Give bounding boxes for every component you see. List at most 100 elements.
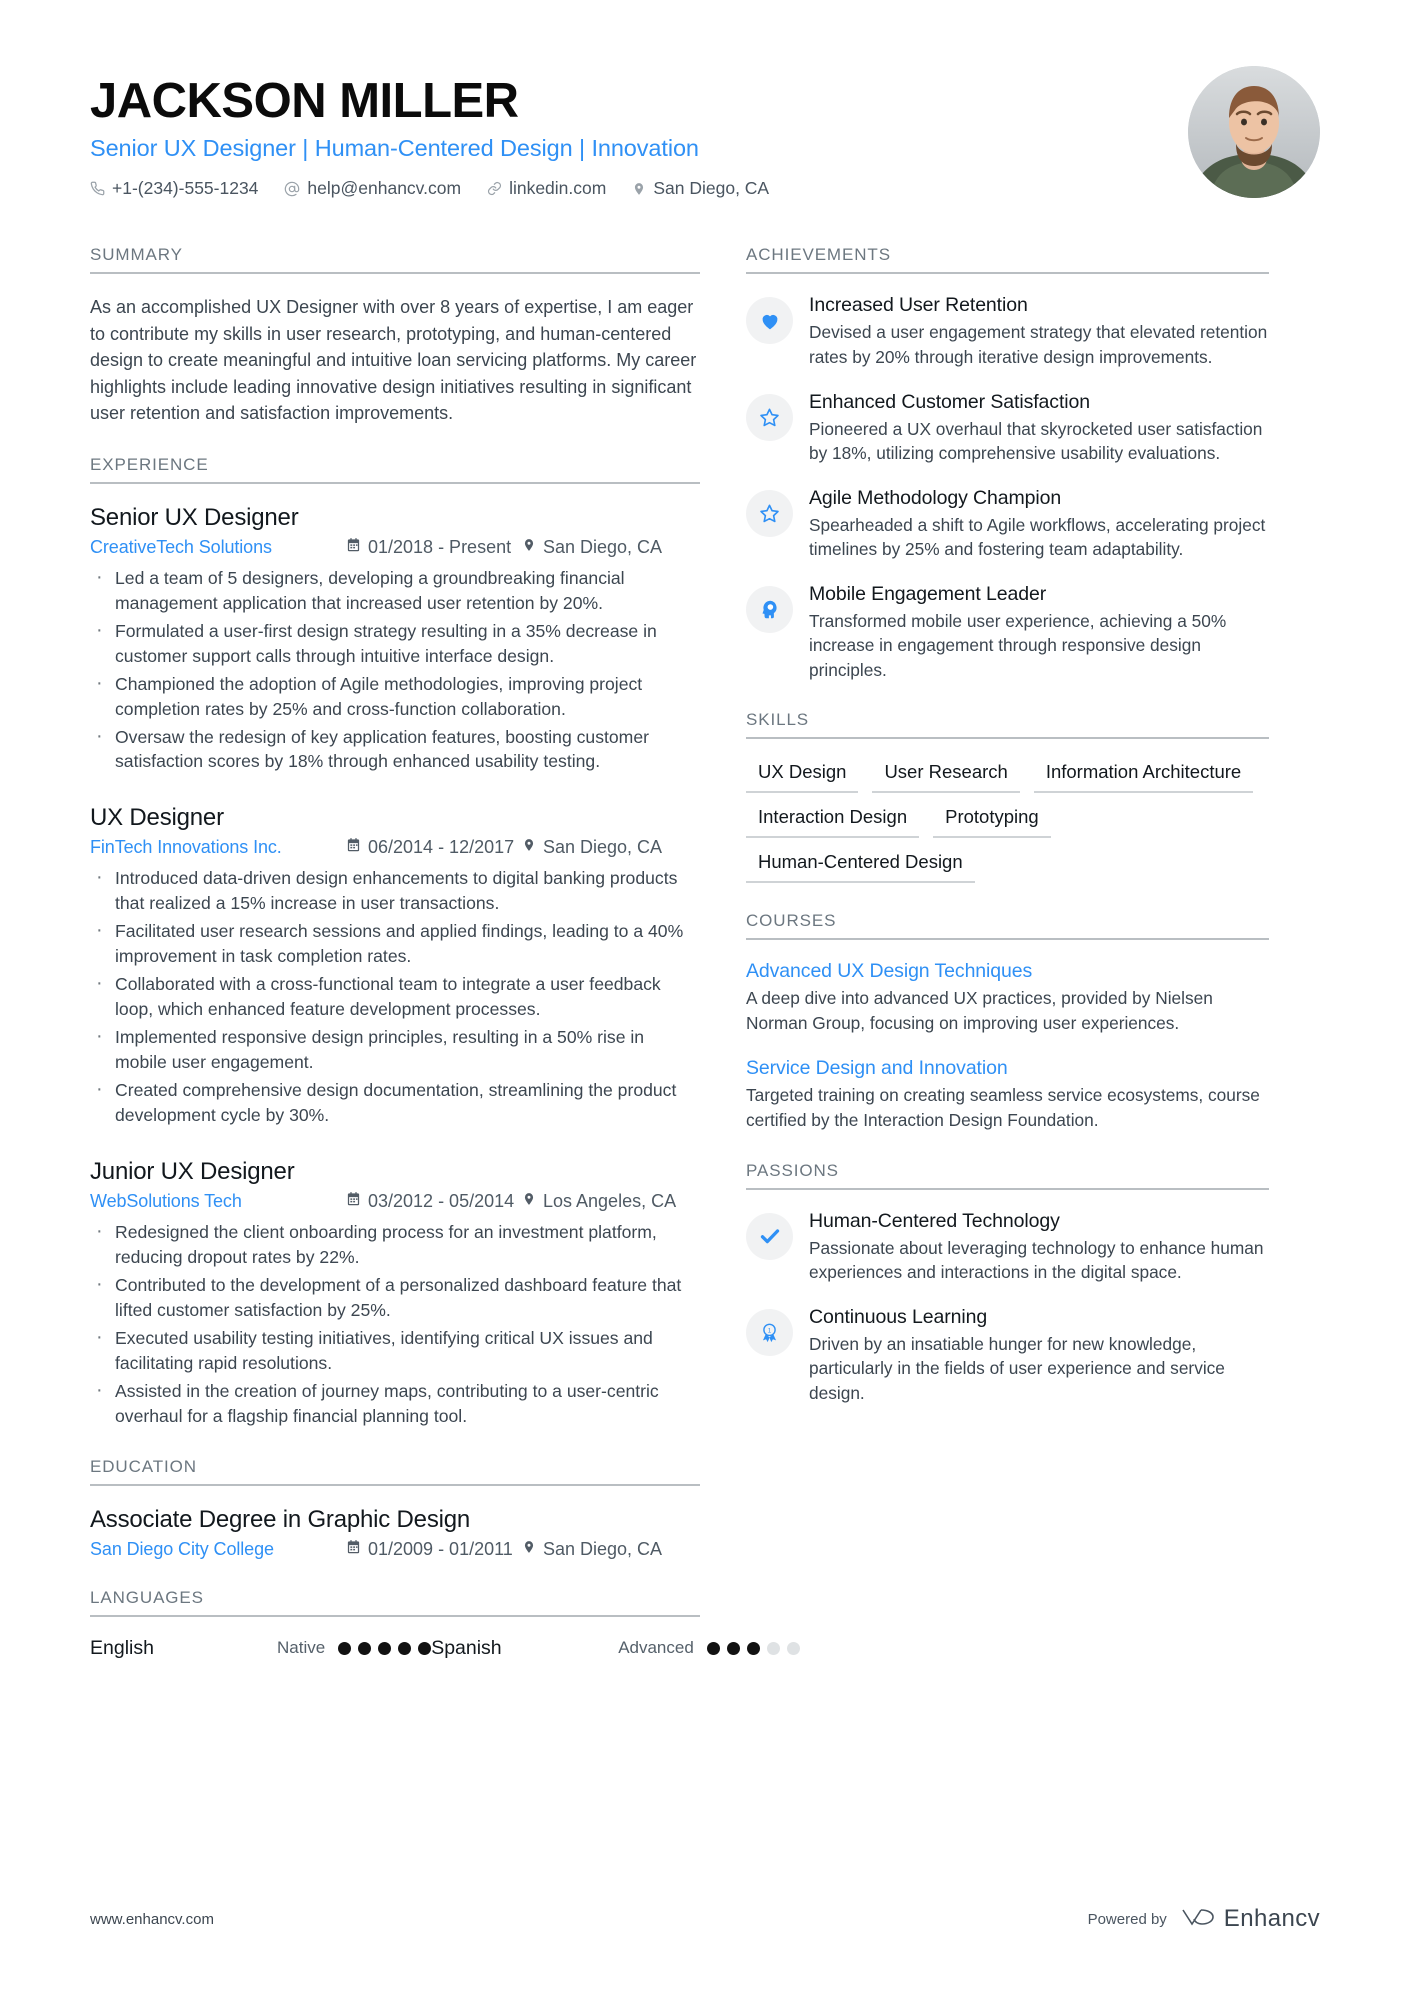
language-level-dot bbox=[706, 1641, 720, 1655]
resume-header: JACKSON MILLER Senior UX Designer | Huma… bbox=[90, 0, 1320, 199]
courses-list: Advanced UX Design Techniques A deep dive… bbox=[746, 960, 1269, 1132]
experience-bullet: Implemented responsive design principles… bbox=[90, 1023, 700, 1075]
location-icon bbox=[632, 181, 646, 197]
experience-date-text: 06/2014 - 12/2017 bbox=[368, 837, 515, 858]
skill-tag[interactable]: Human-Centered Design bbox=[746, 849, 975, 884]
experience-bullet: Facilitated user research sessions and a… bbox=[90, 917, 700, 969]
passion-item: Human-Centered Technology Passionate abou… bbox=[746, 1210, 1269, 1285]
avatar bbox=[1188, 66, 1320, 198]
achievement-description: Devised a user engagement strategy that … bbox=[809, 322, 1268, 367]
skills-list: UX Design User Research Information Archit… bbox=[746, 759, 1269, 884]
footer-url[interactable]: www.enhancv.com bbox=[90, 1911, 214, 1928]
experience-entry: Senior UX Designer CreativeTech Solutions… bbox=[90, 504, 700, 775]
experience-bullets: Redesigned the client onboarding process… bbox=[90, 1218, 700, 1429]
course-item: Advanced UX Design Techniques A deep dive… bbox=[746, 960, 1269, 1035]
link-icon bbox=[487, 181, 502, 196]
experience-bullets: Introduced data-driven design enhancemen… bbox=[90, 864, 700, 1128]
location-icon bbox=[522, 837, 536, 858]
education-degree: Associate Degree in Graphic Design bbox=[90, 1505, 471, 1533]
experience-bullet: Introduced data-driven design enhancemen… bbox=[90, 864, 700, 916]
language-rating bbox=[338, 1641, 432, 1655]
email-icon bbox=[284, 181, 300, 197]
brand: Enhancv bbox=[1181, 1905, 1320, 1933]
language-level-dot bbox=[398, 1641, 412, 1655]
language-level: Advanced bbox=[618, 1638, 694, 1658]
languages-list: English Native Spanish Advanced bbox=[90, 1636, 800, 1660]
passions-heading: PASSIONS bbox=[746, 1161, 1269, 1190]
education-date-text: 01/2009 - 01/2011 bbox=[368, 1538, 513, 1559]
section-achievements: ACHIEVEMENTS Increased User Retention Dev… bbox=[746, 245, 1269, 682]
experience-bullet: Led a team of 5 designers, developing a … bbox=[90, 564, 700, 616]
passion-item: 1 Continuous Learning Driven by an insatia… bbox=[746, 1306, 1269, 1406]
language-level-dot bbox=[726, 1641, 740, 1655]
achievement-item: Increased User Retention Devised a user e… bbox=[746, 294, 1269, 369]
experience-meta: FinTech Innovations Inc. 06/2014 - 12/201… bbox=[90, 837, 700, 858]
section-languages: LANGUAGES English Native Spanish Advanced bbox=[90, 1588, 800, 1660]
passion-description: Passionate about leveraging technology t… bbox=[809, 1237, 1264, 1283]
avatar-photo bbox=[1188, 66, 1320, 198]
course-description: A deep dive into advanced UX practices, … bbox=[746, 988, 1213, 1033]
experience-role: Senior UX Designer bbox=[90, 503, 299, 531]
experience-bullet: Championed the adoption of Agile methodo… bbox=[90, 670, 700, 722]
skill-tag[interactable]: Interaction Design bbox=[746, 804, 920, 839]
location-icon bbox=[522, 537, 536, 558]
experience-company[interactable]: WebSolutions Tech bbox=[90, 1191, 346, 1212]
experience-list: Senior UX Designer CreativeTech Solutions… bbox=[90, 504, 700, 1429]
language-level-dot bbox=[418, 1641, 432, 1655]
education-list: Associate Degree in Graphic Design San Di… bbox=[90, 1506, 700, 1560]
education-location: San Diego, CA bbox=[522, 1539, 662, 1560]
skill-tag[interactable]: UX Design bbox=[746, 759, 859, 794]
course-title[interactable]: Advanced UX Design Techniques bbox=[746, 960, 1269, 983]
star-icon bbox=[746, 489, 793, 537]
achievement-body: Increased User Retention Devised a user e… bbox=[809, 294, 1269, 369]
experience-entry: UX Designer FinTech Innovations Inc. 06/20… bbox=[90, 804, 700, 1128]
contact-email[interactable]: help@enhancv.com bbox=[284, 178, 461, 199]
education-school[interactable]: San Diego City College bbox=[90, 1539, 346, 1560]
professional-headline: Senior UX Designer | Human-Centered Desi… bbox=[90, 135, 699, 162]
experience-bullet: Collaborated with a cross-functional tea… bbox=[90, 970, 700, 1022]
education-dates: 01/2009 - 01/2011 bbox=[346, 1539, 522, 1560]
experience-company[interactable]: CreativeTech Solutions bbox=[90, 537, 346, 558]
skill-tag[interactable]: Prototyping bbox=[933, 804, 1051, 839]
achievement-item: Enhanced Customer Satisfaction Pioneered … bbox=[746, 391, 1269, 466]
achievements-heading: ACHIEVEMENTS bbox=[746, 245, 1269, 275]
location-icon bbox=[522, 1539, 536, 1560]
language-level: Native bbox=[277, 1638, 326, 1658]
passions-list: Human-Centered Technology Passionate abou… bbox=[746, 1210, 1269, 1406]
achievement-title: Mobile Engagement Leader bbox=[809, 582, 1047, 605]
experience-role: Junior UX Designer bbox=[90, 1158, 295, 1186]
heart-icon bbox=[746, 297, 793, 345]
experience-company[interactable]: FinTech Innovations Inc. bbox=[90, 837, 346, 858]
language-name: English bbox=[90, 1636, 154, 1659]
achievements-list: Increased User Retention Devised a user e… bbox=[746, 294, 1269, 682]
section-passions: PASSIONS Human-Centered Technology Passio… bbox=[746, 1161, 1269, 1406]
content-columns: SUMMARY As an accomplished UX Designer w… bbox=[90, 245, 1320, 1665]
language-level-dot bbox=[338, 1641, 352, 1655]
enhancv-logo-icon bbox=[1181, 1906, 1215, 1933]
contact-link[interactable]: linkedin.com bbox=[487, 178, 606, 199]
experience-dates: 06/2014 - 12/2017 bbox=[346, 837, 522, 858]
experience-dates: 01/2018 - Present bbox=[346, 537, 522, 558]
brand-name: Enhancv bbox=[1223, 1905, 1320, 1932]
skill-tag[interactable]: Information Architecture bbox=[1033, 759, 1254, 794]
skill-tag[interactable]: User Research bbox=[872, 759, 1020, 794]
skills-heading: SKILLS bbox=[746, 710, 1269, 740]
course-title[interactable]: Service Design and Innovation bbox=[746, 1057, 1269, 1080]
check-icon bbox=[746, 1212, 793, 1260]
achievement-title: Increased User Retention bbox=[809, 294, 1028, 317]
language-rating bbox=[706, 1641, 800, 1655]
calendar-icon bbox=[346, 537, 361, 558]
experience-location-text: Los Angeles, CA bbox=[543, 1191, 677, 1212]
language-item: English Native bbox=[90, 1636, 432, 1660]
achievement-title: Enhanced Customer Satisfaction bbox=[809, 390, 1090, 413]
section-experience: EXPERIENCE Senior UX Designer CreativeTec… bbox=[90, 455, 700, 1429]
courses-heading: COURSES bbox=[746, 911, 1269, 941]
achievement-item: Mobile Engagement Leader Transformed mobi… bbox=[746, 583, 1269, 683]
achievement-description: Pioneered a UX overhaul that skyrocketed… bbox=[809, 418, 1263, 464]
achievement-description: Spearheaded a shift to Agile workflows, … bbox=[809, 514, 1266, 560]
award-icon: 1 bbox=[746, 1308, 793, 1356]
achievement-body: Agile Methodology Champion Spearheaded a … bbox=[809, 487, 1269, 562]
contact-phone[interactable]: +1-(234)-555-1234 bbox=[90, 178, 258, 199]
experience-location-text: San Diego, CA bbox=[543, 536, 663, 557]
summary-text: As an accomplished UX Designer with over… bbox=[90, 297, 697, 424]
